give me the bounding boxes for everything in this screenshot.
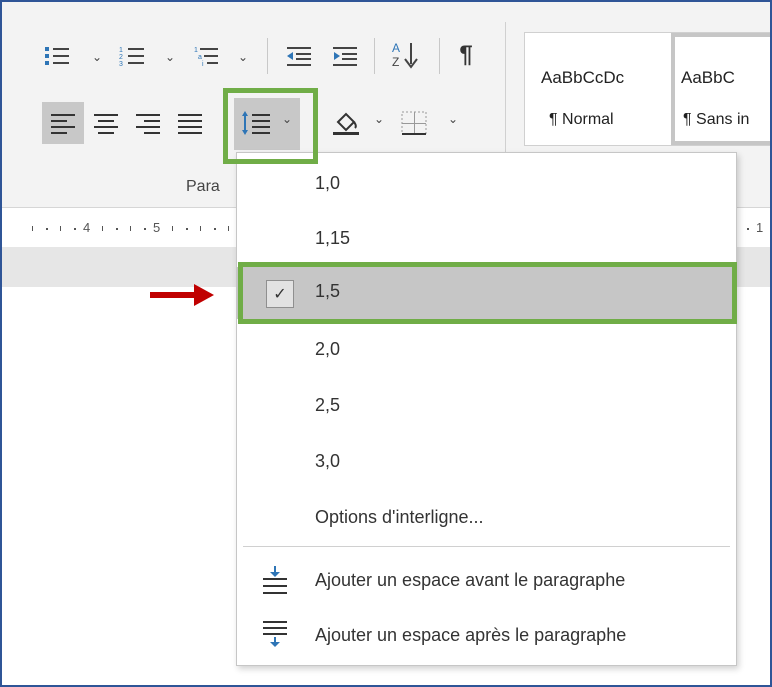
add-space-after-icon — [263, 621, 287, 647]
svg-text:Z: Z — [392, 55, 399, 69]
show-hide-formatting-button[interactable]: ¶ — [449, 40, 483, 70]
svg-text:1: 1 — [194, 47, 198, 54]
align-left-button[interactable] — [42, 102, 84, 144]
style-sample-text: AaBbCcDc — [541, 68, 625, 87]
ruler-label: 4 — [83, 220, 91, 235]
line-spacing-option[interactable]: 2,5 — [237, 381, 736, 433]
sort-az-icon: A Z — [392, 41, 418, 69]
bullets-icon — [45, 47, 69, 65]
style-name: ¶ Sans in — [683, 111, 750, 128]
menu-divider — [243, 546, 730, 547]
shading-dropdown-chevron-icon[interactable]: ⌄ — [374, 112, 384, 126]
line-spacing-option[interactable]: 2,0 — [237, 325, 736, 377]
svg-text:2: 2 — [119, 54, 123, 61]
style-no-spacing[interactable]: AaBbC ¶ Sans in — [671, 33, 770, 145]
line-spacing-option[interactable]: 3,0 — [237, 437, 736, 489]
red-arrow-icon — [150, 284, 214, 306]
ruler-label: 1 — [756, 220, 764, 235]
justify-icon — [178, 114, 202, 134]
svg-text:3: 3 — [119, 61, 123, 67]
line-spacing-option[interactable]: 1,15 — [237, 214, 736, 266]
paint-bucket-icon — [333, 112, 359, 135]
shading-button[interactable] — [328, 102, 364, 144]
svg-text:i: i — [202, 61, 204, 67]
align-center-button[interactable] — [88, 102, 124, 144]
numbering-button[interactable]: 1 2 3 — [115, 42, 149, 70]
style-name: ¶ Normal — [549, 111, 614, 128]
borders-icon — [401, 111, 427, 135]
align-center-icon — [94, 114, 118, 134]
svg-text:A: A — [392, 41, 400, 55]
bullets-button[interactable] — [40, 42, 74, 70]
increase-indent-icon — [333, 47, 357, 66]
add-space-after-item[interactable]: Ajouter un espace après le paragraphe — [237, 611, 736, 663]
sort-button[interactable]: A Z — [387, 38, 427, 72]
numbering-icon: 1 2 3 — [119, 47, 144, 67]
line-spacing-options-item[interactable]: Options d'interligne... — [237, 493, 736, 545]
justify-button[interactable] — [172, 102, 208, 144]
decrease-indent-icon — [287, 47, 311, 66]
multilevel-list-button[interactable]: 1 a i — [190, 42, 224, 70]
style-sample-text: AaBbC — [681, 68, 735, 87]
borders-button[interactable] — [394, 102, 434, 144]
toolbar-separator — [267, 38, 268, 74]
line-spacing-button-highlight — [223, 88, 318, 164]
svg-text:a: a — [198, 54, 202, 61]
ruler-label: 5 — [153, 220, 161, 235]
styles-gallery: AaBbCcDc ¶ Normal AaBbC ¶ Sans in — [524, 32, 770, 146]
numbering-dropdown-chevron-icon[interactable]: ⌄ — [165, 50, 175, 64]
borders-dropdown-chevron-icon[interactable]: ⌄ — [448, 112, 458, 126]
decrease-indent-button[interactable] — [282, 42, 316, 70]
line-spacing-option[interactable]: 1,0 — [237, 159, 736, 211]
add-space-before-icon — [263, 566, 287, 594]
style-normal[interactable]: AaBbCcDc ¶ Normal — [525, 33, 669, 145]
pilcrow-icon: ¶ — [459, 41, 473, 68]
selected-option-highlight — [238, 262, 737, 324]
multilevel-dropdown-chevron-icon[interactable]: ⌄ — [238, 50, 248, 64]
align-left-icon — [51, 114, 75, 134]
align-right-icon — [136, 114, 160, 134]
increase-indent-button[interactable] — [328, 42, 362, 70]
align-right-button[interactable] — [130, 102, 166, 144]
svg-text:1: 1 — [119, 47, 123, 54]
add-space-before-item[interactable]: Ajouter un espace avant le paragraphe — [237, 556, 736, 608]
line-spacing-dropdown: 1,0 1,15 ✓ 1,5 2,0 2,5 3,0 Options d'int… — [236, 152, 737, 666]
toolbar-separator — [374, 38, 375, 74]
word-window: ⌄ 1 2 3 ⌄ 1 a i ⌄ A Z ¶ ⌄ ⌄ ⌄ Para AaBbC… — [0, 0, 772, 687]
multilevel-list-icon: 1 a i — [194, 47, 218, 67]
toolbar-separator — [439, 38, 440, 74]
bullets-dropdown-chevron-icon[interactable]: ⌄ — [92, 50, 102, 64]
paragraph-group-label: Para — [186, 178, 220, 195]
